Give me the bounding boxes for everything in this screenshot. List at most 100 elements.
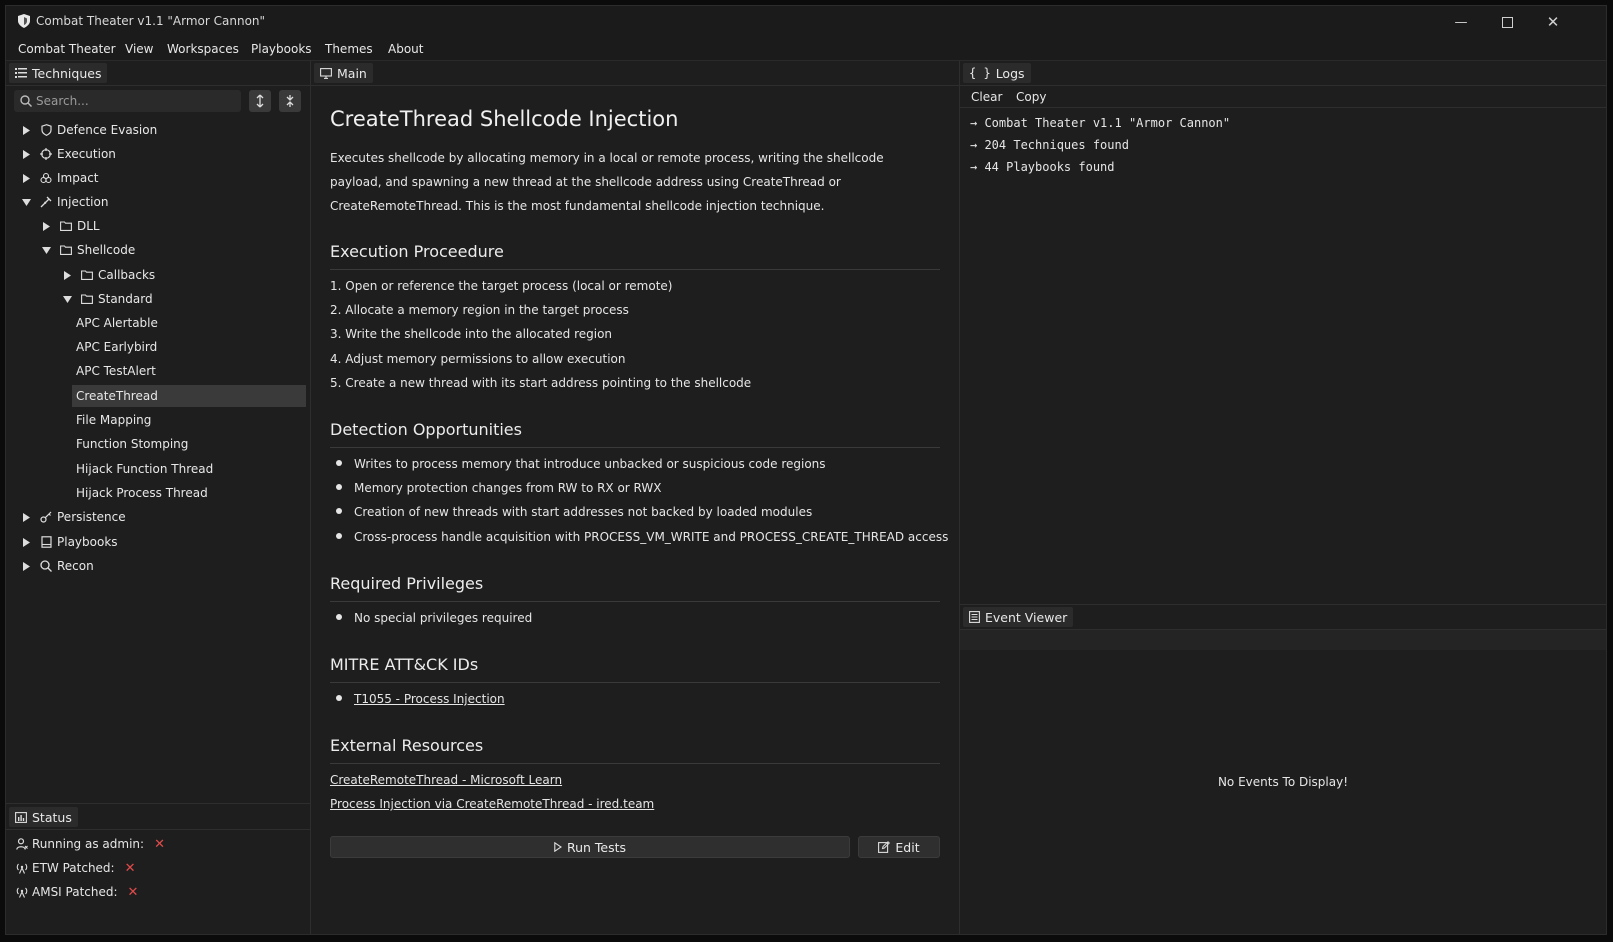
logs-panel: { } Logs Clear Copy → Combat Theater v1.…: [960, 61, 1606, 604]
tree-leaf-hijack-process-thread[interactable]: Hijack Process Thread: [72, 482, 306, 504]
menu-themes[interactable]: Themes: [325, 42, 373, 56]
logs-header: { } Logs: [960, 61, 1606, 86]
tree-label: Impact: [57, 171, 99, 185]
book-icon: [40, 536, 52, 548]
copy-logs-button[interactable]: Copy: [1016, 90, 1046, 104]
folder-icon: [60, 220, 72, 232]
document-icon: [969, 611, 980, 623]
bullet-icon: [336, 613, 342, 620]
empty-events-message: No Events To Display!: [1217, 775, 1349, 789]
run-tests-label: Run Tests: [566, 839, 627, 855]
expand-triangle-icon: [21, 561, 31, 571]
procedure-step: 2. Allocate a memory region in the targe…: [330, 303, 629, 317]
tab-logs[interactable]: { } Logs: [963, 63, 1031, 83]
event-viewer-tab-label: Event Viewer: [985, 609, 1068, 625]
techniques-tab-label: Techniques: [32, 65, 102, 81]
tab-status[interactable]: Status: [9, 807, 78, 827]
search-input[interactable]: [36, 92, 234, 110]
tree-label: Standard: [98, 292, 153, 306]
main-header: Main: [311, 61, 959, 86]
tree-node-execution[interactable]: Execution: [21, 143, 116, 165]
tab-main[interactable]: Main: [314, 63, 373, 83]
privileges-heading: Required Privileges: [330, 574, 484, 593]
tree-leaf-function-stomping[interactable]: Function Stomping: [72, 433, 306, 455]
close-icon: ✕: [1546, 13, 1560, 31]
tree-node-recon[interactable]: Recon: [21, 555, 94, 577]
tree-leaf-hijack-function-thread[interactable]: Hijack Function Thread: [72, 458, 306, 480]
tree-leaf-apc-testalert[interactable]: APC TestAlert: [72, 360, 306, 382]
heading-divider: [330, 447, 940, 448]
tree-label: Execution: [57, 147, 116, 161]
collapse-all-button[interactable]: [279, 90, 301, 112]
heading-divider: [330, 763, 940, 764]
window-title: Combat Theater v1.1 "Armor Cannon": [36, 14, 266, 28]
tree-label: DLL: [77, 219, 100, 233]
expand-triangle-icon: [21, 512, 31, 522]
monitor-icon: [320, 67, 332, 79]
tree-node-callbacks[interactable]: Callbacks: [62, 264, 155, 286]
search-icon: [20, 95, 32, 107]
tab-techniques[interactable]: Techniques: [9, 63, 108, 83]
status-row-etw: ETW Patched: ✕: [16, 858, 136, 878]
syringe-icon: [40, 196, 52, 208]
tree-label: Injection: [57, 195, 109, 209]
play-icon: [554, 842, 562, 852]
log-text: 44 Playbooks found: [984, 160, 1115, 174]
logs-toolbar-divider: [960, 107, 1606, 108]
privilege-item: No special privileges required: [336, 611, 532, 625]
maximize-icon: [1501, 16, 1513, 28]
close-window-button[interactable]: ✕: [1530, 6, 1576, 38]
tree-node-impact[interactable]: Impact: [21, 167, 99, 189]
search-input-wrapper: [14, 90, 241, 112]
tab-event-viewer[interactable]: Event Viewer: [963, 607, 1074, 627]
tree-leaf-apc-alertable[interactable]: APC Alertable: [72, 312, 306, 334]
resource-link[interactable]: Process Injection via CreateRemoteThread…: [330, 797, 654, 811]
heading-divider: [330, 682, 940, 683]
tree-node-persistence[interactable]: Persistence: [21, 506, 126, 528]
tree-label: APC Alertable: [76, 316, 158, 330]
procedure-step: 1. Open or reference the target process …: [330, 279, 673, 293]
app-shield-icon: [18, 14, 30, 28]
expand-all-button[interactable]: [249, 90, 271, 112]
menu-about[interactable]: About: [388, 42, 423, 56]
tree-node-shellcode[interactable]: Shellcode: [41, 239, 135, 261]
main-panel: Main CreateThread Shellcode Injection Ex…: [311, 61, 959, 934]
tree-label: Shellcode: [77, 243, 136, 257]
event-viewer-toolbar: [960, 630, 1606, 650]
expand-arrows-icon: [256, 94, 264, 108]
status-label: Running as admin:: [32, 837, 145, 851]
tree-label: Persistence: [57, 510, 126, 524]
tree-leaf-apc-earlybird[interactable]: APC Earlybird: [72, 336, 306, 358]
tree-node-standard[interactable]: Standard: [62, 288, 153, 310]
tree-node-dll[interactable]: DLL: [41, 215, 100, 237]
tree-leaf-createthread[interactable]: CreateThread: [72, 385, 306, 407]
folder-icon: [81, 269, 93, 281]
run-tests-button[interactable]: Run Tests: [330, 836, 850, 858]
menu-playbooks[interactable]: Playbooks: [251, 42, 312, 56]
minimize-button[interactable]: —: [1438, 6, 1484, 38]
mitre-heading: MITRE ATT&CK IDs: [330, 655, 479, 674]
mitre-link[interactable]: T1055 - Process Injection: [354, 692, 505, 706]
detection-heading: Detection Opportunities: [330, 420, 522, 439]
menu-workspaces[interactable]: Workspaces: [167, 42, 239, 56]
logs-tab-label: Logs: [995, 65, 1025, 81]
menu-view[interactable]: View: [125, 42, 153, 56]
menu-combat-theater[interactable]: Combat Theater: [18, 42, 116, 56]
tree-label: Hijack Function Thread: [76, 462, 214, 476]
tree-leaf-file-mapping[interactable]: File Mapping: [72, 409, 306, 431]
bullet-icon: [336, 532, 342, 539]
tree-label: File Mapping: [76, 413, 152, 427]
status-row-amsi: AMSI Patched: ✕: [16, 882, 138, 902]
expand-triangle-icon: [41, 221, 51, 231]
tree-node-defence-evasion[interactable]: Defence Evasion: [21, 119, 157, 141]
procedure-step: 4. Adjust memory permissions to allow ex…: [330, 352, 626, 366]
edit-button[interactable]: Edit: [858, 836, 940, 858]
clear-logs-button[interactable]: Clear: [971, 90, 1002, 104]
resource-link[interactable]: CreateRemoteThread - Microsoft Learn: [330, 773, 562, 787]
edit-icon: [878, 841, 891, 853]
maximize-button[interactable]: [1484, 6, 1530, 38]
tree-node-playbooks[interactable]: Playbooks: [21, 531, 118, 553]
log-text: Combat Theater v1.1 "Armor Cannon": [984, 116, 1231, 130]
technique-description: Executes shellcode by allocating memory …: [330, 151, 884, 213]
tree-node-injection[interactable]: Injection: [21, 191, 108, 213]
